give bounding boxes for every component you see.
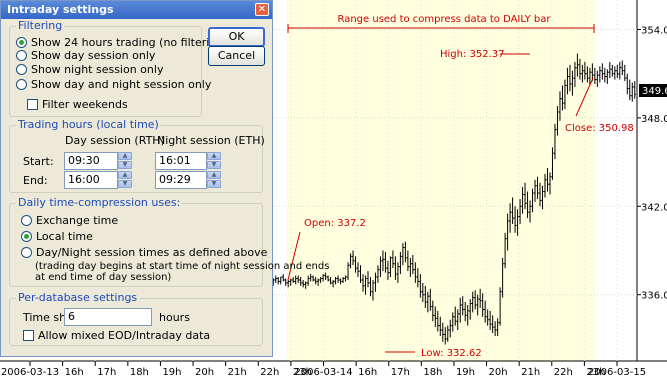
compression-option-session[interactable]: Day/Night session times as defined above <box>21 246 267 259</box>
spin-down-icon[interactable]: ▼ <box>118 180 132 188</box>
filter-option-day[interactable]: Show day session only <box>16 49 155 62</box>
night-session-header: Night session (ETH) <box>157 134 265 147</box>
compression-note-line2: at end time of day session) <box>35 272 172 283</box>
night-start-field[interactable]: 16:01 <box>155 152 207 170</box>
time-tick-label: 19h <box>162 367 181 377</box>
time-tick-label: 17h <box>97 367 116 377</box>
radio-icon <box>21 215 32 226</box>
night-end-field[interactable]: 09:29 <box>155 171 207 189</box>
time-tick-label: 21h <box>521 367 540 377</box>
time-shift-field[interactable]: 6 <box>64 308 152 326</box>
day-end-field[interactable]: 16:00 <box>64 171 118 189</box>
spin-up-icon[interactable]: ▲ <box>118 152 132 160</box>
night-end-spinner[interactable]: ▲ ▼ <box>207 171 221 189</box>
day-session-header: Day session (RTH) <box>65 134 165 147</box>
radio-icon <box>16 64 27 75</box>
night-start-spinner[interactable]: ▲ ▼ <box>207 152 221 170</box>
dialog-titlebar: Intraday settings ✕ <box>1 1 272 19</box>
price-tick-label: 354.0 <box>641 25 667 36</box>
compression-option-session-label: Day/Night session times as defined above <box>36 246 268 259</box>
start-label: Start: <box>23 155 54 168</box>
time-tick-label: 18h <box>423 367 442 377</box>
day-start-spinner[interactable]: ▲ ▼ <box>118 152 132 170</box>
spin-down-icon[interactable]: ▼ <box>207 161 221 169</box>
filter-option-day-night-label: Show day and night session only <box>31 78 212 91</box>
time-tick-label: 16h <box>65 367 84 377</box>
spin-up-icon[interactable]: ▲ <box>118 171 132 179</box>
end-label: End: <box>23 174 48 187</box>
price-tick-label: 342.0 <box>641 202 667 213</box>
day-end-spinner[interactable]: ▲ ▼ <box>118 171 132 189</box>
radio-selected-icon <box>16 37 27 48</box>
hours-label: hours <box>159 311 190 324</box>
price-tick-label: 348.0 <box>641 114 667 125</box>
high-annotation-label: High: 352.37 <box>440 49 505 60</box>
time-tick-label: 20h <box>195 367 214 377</box>
trading-hours-group-label: Trading hours (local time) <box>16 118 161 131</box>
filter-weekends-label: Filter weekends <box>42 98 128 111</box>
filter-option-24h[interactable]: Show 24 hours trading (no filtering) <box>16 36 228 49</box>
mixed-data-checkbox[interactable]: Allow mixed EOD/Intraday data <box>23 329 210 342</box>
filter-option-24h-label: Show 24 hours trading (no filtering) <box>31 36 228 49</box>
filter-option-night-label: Show night session only <box>31 63 164 76</box>
low-annotation-label: Low: 332.62 <box>421 348 482 359</box>
close-icon[interactable]: ✕ <box>255 3 269 16</box>
spin-down-icon[interactable]: ▼ <box>207 180 221 188</box>
time-tick-label: 2006-03-14 <box>294 367 352 377</box>
checkbox-icon <box>27 99 38 110</box>
filter-option-night[interactable]: Show night session only <box>16 63 163 76</box>
compression-option-exchange-label: Exchange time <box>36 214 119 227</box>
compression-option-local-label: Local time <box>36 230 93 243</box>
radio-icon <box>16 79 27 90</box>
spin-up-icon[interactable]: ▲ <box>207 152 221 160</box>
cancel-button[interactable]: Cancel <box>208 46 265 66</box>
spin-down-icon[interactable]: ▼ <box>118 161 132 169</box>
filter-weekends-checkbox[interactable]: Filter weekends <box>27 98 128 111</box>
current-price-label: 349.6 <box>642 86 667 97</box>
intraday-settings-dialog: Intraday settings ✕ Filtering Show 24 ho… <box>0 0 329 357</box>
time-tick-label: 17h <box>391 367 410 377</box>
filter-option-day-night[interactable]: Show day and night session only <box>16 78 211 91</box>
radio-icon <box>21 247 32 258</box>
ok-button[interactable]: OK <box>208 27 265 47</box>
day-start-field[interactable]: 09:30 <box>64 152 118 170</box>
radio-selected-icon <box>21 231 32 242</box>
filter-option-day-label: Show day session only <box>31 49 156 62</box>
time-tick-label: 22h <box>554 367 573 377</box>
compression-option-local[interactable]: Local time <box>21 230 93 243</box>
time-tick-label: 2006-03-15 <box>588 367 646 377</box>
filtering-group-label: Filtering <box>16 19 65 32</box>
time-tick-label: 2006-03-13 <box>1 367 59 377</box>
open-annotation-label: Open: 337.2 <box>304 218 366 229</box>
time-tick-label: 20h <box>489 367 508 377</box>
close-annotation-label: Close: 350.98 <box>565 123 634 134</box>
time-tick-label: 22h <box>260 367 279 377</box>
time-tick-label: 18h <box>130 367 149 377</box>
dialog-title: Intraday settings <box>7 3 114 16</box>
time-tick-label: 21h <box>228 367 247 377</box>
price-tick-label: 336.0 <box>641 291 667 302</box>
compression-group-label: Daily time-compression uses: <box>16 196 183 209</box>
radio-icon <box>16 50 27 61</box>
mixed-data-label: Allow mixed EOD/Intraday data <box>38 329 211 342</box>
per-database-group-label: Per-database settings <box>16 291 140 304</box>
compression-option-exchange[interactable]: Exchange time <box>21 214 118 227</box>
time-tick-label: 19h <box>456 367 475 377</box>
time-tick-label: 16h <box>358 367 377 377</box>
spin-up-icon[interactable]: ▲ <box>207 171 221 179</box>
range-annotation-label: Range used to compress data to DAILY bar <box>337 14 551 25</box>
checkbox-icon <box>23 330 34 341</box>
